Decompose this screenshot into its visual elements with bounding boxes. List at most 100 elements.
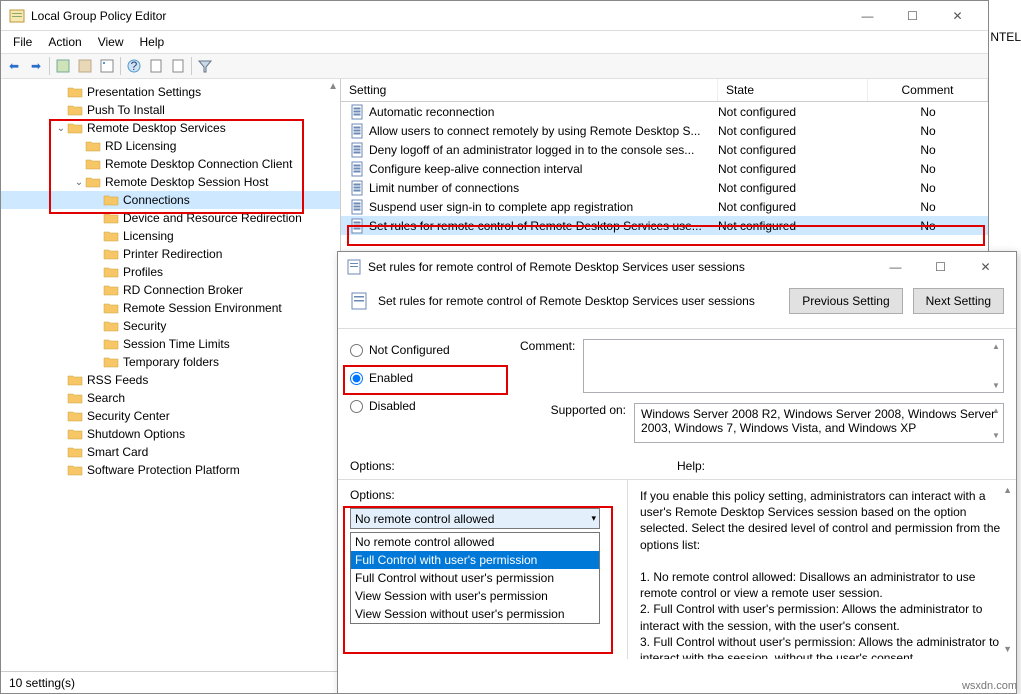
list-row[interactable]: Limit number of connectionsNot configure… — [341, 178, 988, 197]
tree-label: Shutdown Options — [87, 427, 185, 441]
options-pane: Options: No remote control allowed ▾ No … — [338, 480, 628, 659]
tree-label: Device and Resource Redirection — [123, 211, 302, 225]
tree-item[interactable]: RD Connection Broker — [1, 281, 340, 299]
state-cell: Not configured — [718, 200, 868, 214]
toolbar-icon[interactable] — [147, 57, 165, 75]
dropdown-list[interactable]: No remote control allowedFull Control wi… — [350, 532, 600, 624]
dropdown-item[interactable]: View Session with user's permission — [351, 587, 599, 605]
dialog-minimize-button[interactable]: — — [873, 253, 918, 281]
dialog-titlebar[interactable]: Set rules for remote control of Remote D… — [338, 252, 1016, 282]
menu-file[interactable]: File — [5, 33, 40, 51]
expand-icon[interactable]: ⌄ — [55, 123, 67, 134]
dialog-maximize-button[interactable]: ☐ — [918, 253, 963, 281]
tree-item[interactable]: RSS Feeds — [1, 371, 340, 389]
tree-item[interactable]: Push To Install — [1, 101, 340, 119]
setting-label: Allow users to connect remotely by using… — [369, 124, 700, 138]
comment-cell: No — [868, 105, 988, 119]
list-row[interactable]: Automatic reconnectionNot configuredNo — [341, 102, 988, 121]
menu-action[interactable]: Action — [40, 33, 89, 51]
radio-enabled[interactable] — [350, 372, 363, 385]
menu-view[interactable]: View — [90, 33, 132, 51]
minimize-button[interactable]: — — [845, 2, 890, 30]
tree-item[interactable]: Session Time Limits — [1, 335, 340, 353]
help-icon[interactable]: ? — [125, 57, 143, 75]
setting-label: Configure keep-alive connection interval — [369, 162, 582, 176]
list-row[interactable]: Configure keep-alive connection interval… — [341, 159, 988, 178]
tree-label: Session Time Limits — [123, 337, 230, 351]
tree-item[interactable]: Remote Session Environment — [1, 299, 340, 317]
maximize-button[interactable]: ☐ — [890, 2, 935, 30]
setting-label: Suspend user sign-in to complete app reg… — [369, 200, 633, 214]
tree-item[interactable]: Device and Resource Redirection — [1, 209, 340, 227]
tree-item[interactable]: Temporary folders — [1, 353, 340, 371]
tree-label: Remote Desktop Session Host — [105, 175, 268, 189]
window-title: Local Group Policy Editor — [31, 9, 845, 23]
tree-label: Security — [123, 319, 166, 333]
tree-label: Profiles — [123, 265, 163, 279]
comment-textarea[interactable]: ▲▼ — [583, 339, 1004, 393]
scroll-up-icon[interactable]: ▲ — [328, 81, 338, 92]
menu-help[interactable]: Help — [132, 33, 173, 51]
state-cell: Not configured — [718, 162, 868, 176]
radio-not-configured[interactable] — [350, 344, 363, 357]
tree-item[interactable]: Profiles — [1, 263, 340, 281]
tree-item[interactable]: Search — [1, 389, 340, 407]
tree-label: RD Licensing — [105, 139, 176, 153]
tree-item[interactable]: Remote Desktop Connection Client — [1, 155, 340, 173]
tree-pane[interactable]: Presentation SettingsPush To Install⌄Rem… — [1, 79, 341, 671]
radio-disabled[interactable] — [350, 400, 363, 413]
tree-item[interactable]: Software Protection Platform — [1, 461, 340, 479]
previous-setting-button[interactable]: Previous Setting — [789, 288, 902, 314]
forward-button[interactable]: ➡ — [27, 57, 45, 75]
toolbar-icon[interactable] — [98, 57, 116, 75]
col-comment[interactable]: Comment — [868, 79, 988, 101]
comment-cell: No — [868, 162, 988, 176]
col-setting[interactable]: Setting — [341, 79, 718, 101]
tree-item[interactable]: Smart Card — [1, 443, 340, 461]
toolbar: ⬅ ➡ ? — [1, 53, 988, 79]
scroll-up-icon[interactable]: ▲ — [1003, 484, 1012, 496]
options-dropdown[interactable]: No remote control allowed ▾ — [350, 508, 600, 529]
tree-item[interactable]: Shutdown Options — [1, 425, 340, 443]
dialog-title: Set rules for remote control of Remote D… — [368, 260, 873, 274]
toolbar-icon[interactable] — [76, 57, 94, 75]
dropdown-item[interactable]: Full Control without user's permission — [351, 569, 599, 587]
back-button[interactable]: ⬅ — [5, 57, 23, 75]
expand-icon[interactable]: ⌄ — [73, 177, 85, 188]
col-state[interactable]: State — [718, 79, 868, 101]
next-setting-button[interactable]: Next Setting — [913, 288, 1004, 314]
tree-item[interactable]: ⌄Remote Desktop Services — [1, 119, 340, 137]
chevron-down-icon: ▾ — [591, 513, 596, 524]
app-icon — [9, 8, 25, 24]
titlebar[interactable]: Local Group Policy Editor — ☐ ✕ — [1, 1, 988, 31]
list-row[interactable]: Suspend user sign-in to complete app reg… — [341, 197, 988, 216]
tree-item[interactable]: Licensing — [1, 227, 340, 245]
list-row[interactable]: Allow users to connect remotely by using… — [341, 121, 988, 140]
state-cell: Not configured — [718, 181, 868, 195]
list-row[interactable]: Set rules for remote control of Remote D… — [341, 216, 988, 235]
tree-item[interactable]: Connections — [1, 191, 340, 209]
options-label: Options: — [350, 459, 677, 473]
tree-item[interactable]: RD Licensing — [1, 137, 340, 155]
toolbar-icon[interactable] — [169, 57, 187, 75]
dropdown-item[interactable]: View Session without user's permission — [351, 605, 599, 623]
comment-cell: No — [868, 200, 988, 214]
toolbar-icon[interactable] — [54, 57, 72, 75]
supported-label: Supported on: — [520, 403, 626, 443]
tree-item[interactable]: Printer Redirection — [1, 245, 340, 263]
tree-item[interactable]: ⌄ Remote Desktop Session Host — [1, 173, 340, 191]
dialog-close-button[interactable]: ✕ — [963, 253, 1008, 281]
list-header: Setting State Comment — [341, 79, 988, 102]
svg-text:?: ? — [131, 59, 138, 73]
tree-item[interactable]: Security Center — [1, 407, 340, 425]
dropdown-item[interactable]: Full Control with user's permission — [351, 551, 599, 569]
tree-label: RD Connection Broker — [123, 283, 243, 297]
list-row[interactable]: Deny logoff of an administrator logged i… — [341, 140, 988, 159]
tree-item[interactable]: Presentation Settings — [1, 83, 340, 101]
scroll-down-icon[interactable]: ▼ — [1003, 643, 1012, 655]
close-button[interactable]: ✕ — [935, 2, 980, 30]
setting-label: Deny logoff of an administrator logged i… — [369, 143, 694, 157]
tree-item[interactable]: Security — [1, 317, 340, 335]
filter-icon[interactable] — [196, 57, 214, 75]
dropdown-item[interactable]: No remote control allowed — [351, 533, 599, 551]
